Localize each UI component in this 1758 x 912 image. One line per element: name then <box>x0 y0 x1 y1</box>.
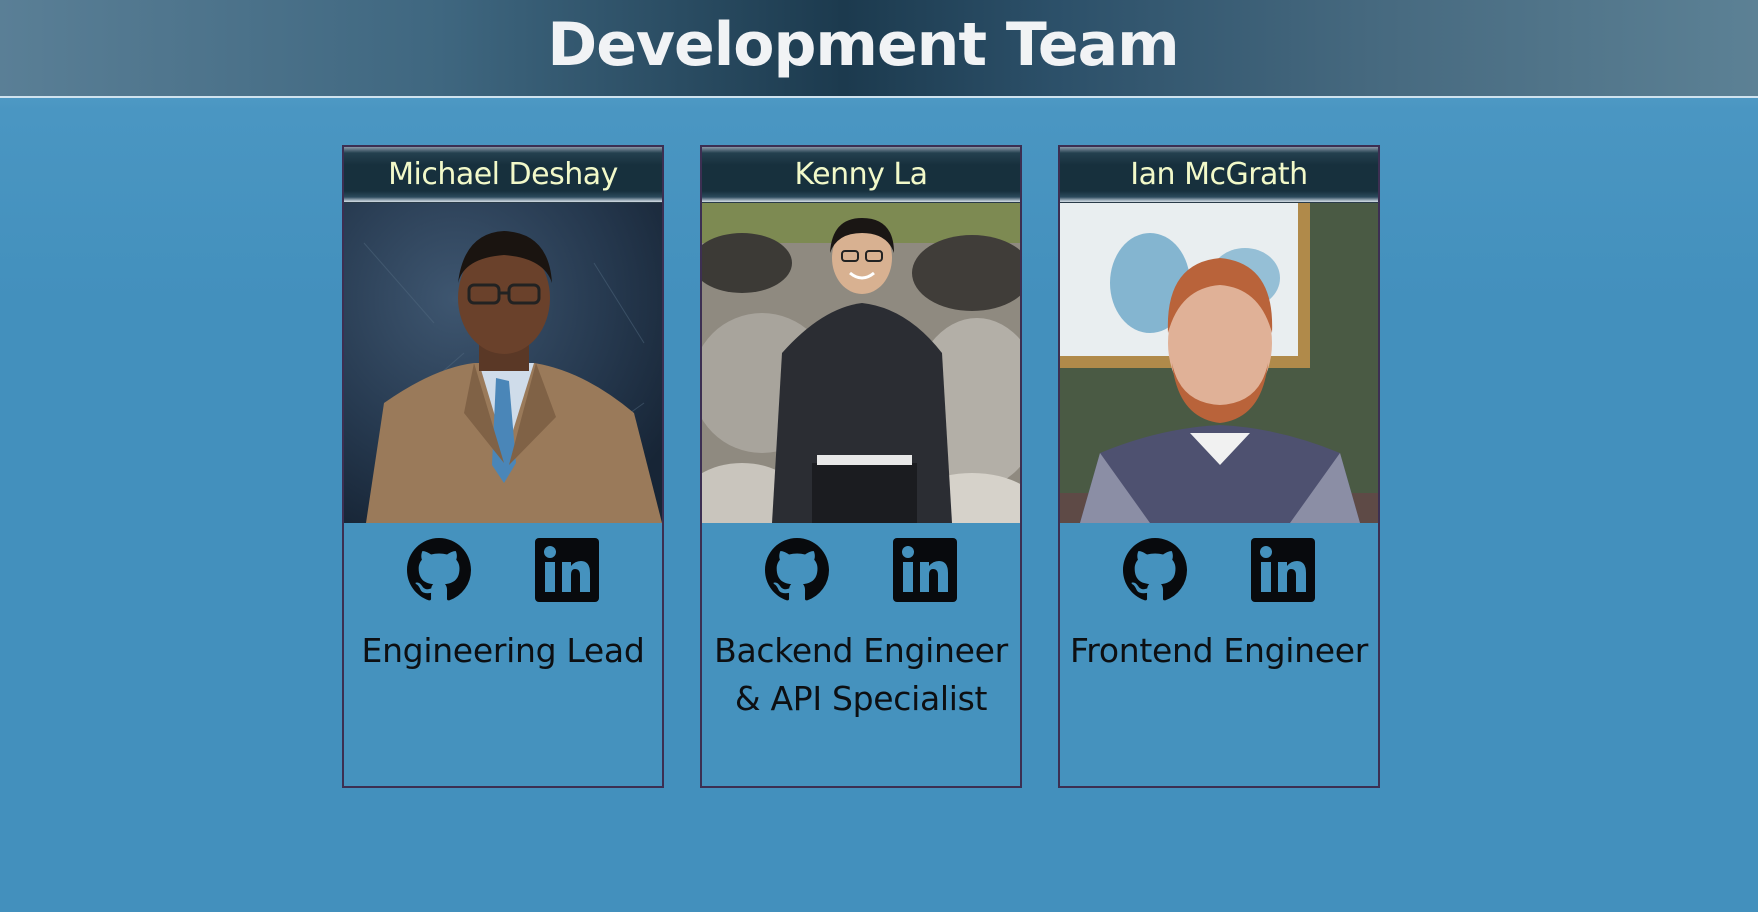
github-icon[interactable] <box>1123 538 1187 602</box>
member-photo <box>344 203 662 523</box>
team-member-card: Kenny La Backend Engineer & API Speciali… <box>700 145 1022 788</box>
member-photo <box>1060 203 1378 523</box>
page-header: Development Team <box>0 0 1758 98</box>
social-links <box>1060 523 1378 643</box>
github-icon[interactable] <box>407 538 471 602</box>
social-links <box>344 523 662 643</box>
member-name: Kenny La <box>702 147 1020 203</box>
linkedin-icon[interactable] <box>893 538 957 602</box>
member-photo <box>702 203 1020 523</box>
member-name: Ian McGrath <box>1060 147 1378 203</box>
social-links <box>702 523 1020 643</box>
github-icon[interactable] <box>765 538 829 602</box>
member-name: Michael Deshay <box>344 147 662 203</box>
page-title: Development Team <box>547 10 1179 80</box>
team-member-card: Ian McGrath Frontend Engineer <box>1058 145 1380 788</box>
linkedin-icon[interactable] <box>535 538 599 602</box>
linkedin-icon[interactable] <box>1251 538 1315 602</box>
team-member-card: Michael Deshay Engineering Lead <box>342 145 664 788</box>
